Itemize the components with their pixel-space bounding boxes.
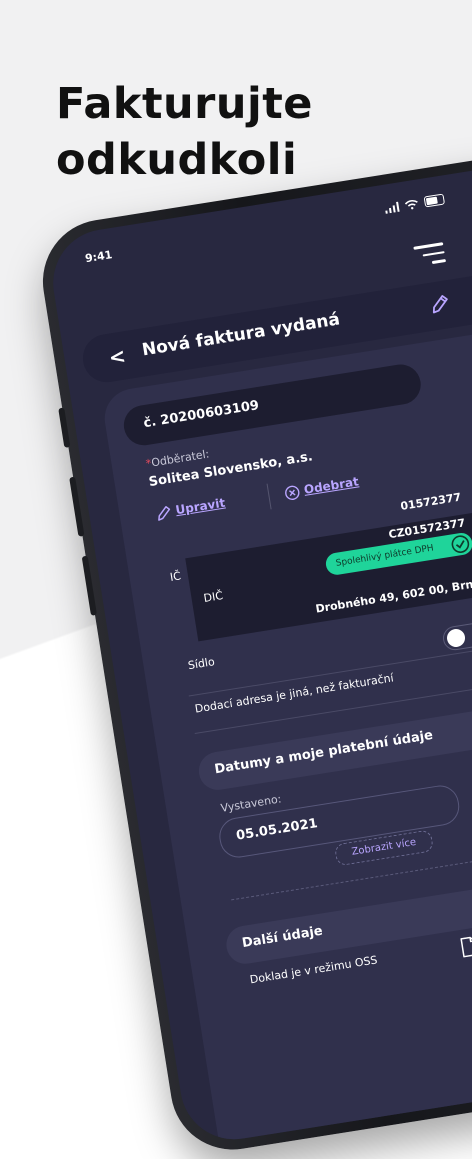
headline-line-2: odkudkoli [56,135,298,185]
wifi-icon [404,199,418,209]
other-section-title: Další údaje [241,923,324,952]
remove-customer-link[interactable]: Odebrat [303,474,360,496]
page-title: Nová faktura vydaná [140,309,342,361]
edit-customer-link[interactable]: Upravit [174,496,226,518]
pencil-icon [158,506,171,521]
seat-label: Sídlo [187,655,216,673]
document-icon[interactable] [458,936,472,959]
other-section-header[interactable]: Další údaje [223,847,472,967]
pencil-edit-icon[interactable] [427,292,452,317]
issued-date-value: 05.05.2021 [235,816,319,844]
toggle-knob [445,627,467,649]
invoice-number-field[interactable]: č. 20200603109 [121,361,424,449]
link-separator [266,483,272,510]
hamburger-menu-icon[interactable] [413,242,446,266]
invoice-number: č. 20200603109 [142,398,261,432]
back-arrow-icon[interactable]: < [107,343,127,369]
status-icons [384,193,446,214]
ic-label: IČ [169,569,182,584]
remove-circle-x-icon [285,485,300,501]
headline-line-1: Fakturujte [56,79,313,129]
battery-icon [423,193,446,208]
signal-icon [384,201,400,214]
check-circle-icon [451,535,470,553]
delivery-address-toggle[interactable] [441,621,472,652]
status-time: 9:41 [84,248,114,266]
dates-section-title: Datumy a moje platební údaje [213,727,435,778]
headline: Fakturujte odkudkoli [56,76,313,188]
